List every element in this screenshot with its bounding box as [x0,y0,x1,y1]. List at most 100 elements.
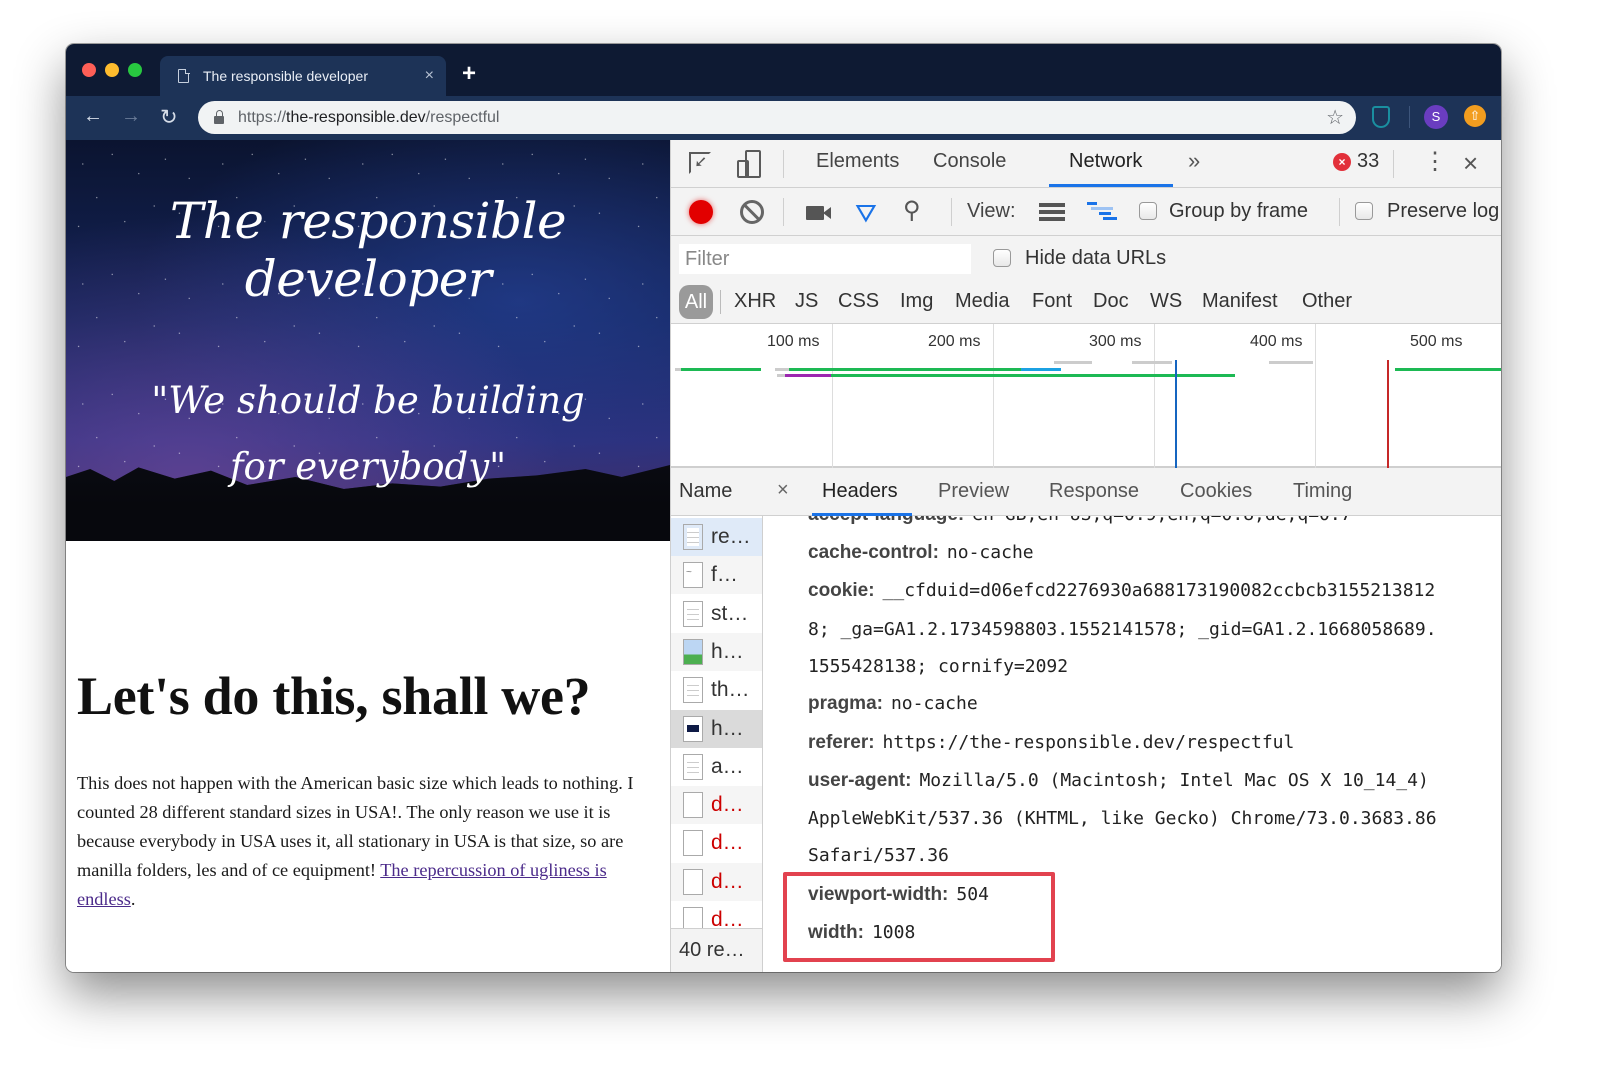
request-name: st… [711,601,749,625]
error-icon[interactable]: × [1333,153,1351,171]
request-row[interactable]: d… [671,786,762,825]
reload-button[interactable]: ↻ [160,105,178,130]
tab-elements[interactable]: Elements [816,150,899,173]
tab-close-icon[interactable]: × [425,67,434,85]
type-filter-css[interactable]: CSS [838,290,879,313]
hero-image-icon [683,715,703,742]
error-count[interactable]: 33 [1357,150,1379,173]
tab-preview[interactable]: Preview [938,480,1009,503]
close-devtools-icon[interactable]: × [1463,148,1478,179]
close-window-button[interactable] [82,63,96,77]
type-filter-ws[interactable]: WS [1150,290,1182,313]
name-column-header[interactable]: Name [671,468,763,516]
divider [1393,150,1394,178]
search-icon[interactable]: ⚲ [903,196,921,225]
timeline-bar [785,374,831,377]
request-row[interactable]: h… [671,709,762,748]
type-filter-img[interactable]: Img [900,290,933,313]
new-tab-button[interactable]: + [462,60,476,88]
profile-avatar[interactable]: S [1424,105,1448,129]
type-filter-other[interactable]: Other [1302,290,1352,313]
timeline-bar [789,368,1021,371]
close-detail-icon[interactable]: × [777,479,789,502]
request-row[interactable]: st… [671,595,762,633]
filter-row: Hide data URLs All XHR JS CSS Img Media … [671,236,1501,324]
blank-icon [683,868,703,895]
request-row[interactable]: th… [671,671,762,709]
group-by-frame-checkbox[interactable] [1139,202,1157,220]
tab-response[interactable]: Response [1049,480,1139,503]
tab-cookies[interactable]: Cookies [1180,480,1252,503]
timeline-bar [681,368,761,371]
request-list: Name re…f…st…h…th…h…a…d…d…d…d…40 re… [671,468,763,972]
request-row[interactable]: re… [671,518,762,556]
request-row[interactable]: h… [671,632,762,671]
gridline [1154,324,1155,468]
type-filter-js[interactable]: JS [795,290,818,313]
address-bar[interactable]: https://the-responsible.dev/respectful ☆ [198,101,1356,134]
header-referer: referer: https://the-responsible.dev/resp… [808,732,1294,754]
header-key: cookie: [808,580,875,601]
request-detail-tabs: × Headers Preview Response Cookies Timin… [763,468,1501,516]
device-toolbar-icon[interactable] [737,150,763,178]
tab-headers[interactable]: Headers [822,480,898,503]
record-icon[interactable] [689,200,713,224]
preserve-log-checkbox[interactable] [1355,202,1373,220]
back-button[interactable]: ← [83,105,103,128]
devtools-panel: Elements Console Network » × 33 ⋮ × ⛛ ⚲ … [670,140,1501,972]
header-width: width: 1008 [808,922,915,944]
tab-title: The responsible developer [203,68,368,84]
request-headers: accept-language: en-GB,en-US;q=0.9,en;q=0… [763,516,1501,972]
more-tabs-icon[interactable]: » [1188,148,1200,174]
header-user-agent: user-agent: Mozilla/5.0 (Macintosh; Intel… [808,770,1429,792]
doc-icon [683,677,703,704]
update-icon[interactable]: ⇧ [1464,105,1486,127]
header-key: accept-language: [808,516,964,525]
browser-window: The responsible developer × + ← → ↻ http… [66,44,1501,972]
devtools-menu-icon[interactable]: ⋮ [1423,148,1447,176]
header-user-agent-continued: Safari/537.36 [808,845,949,866]
view-label: View: [967,200,1016,222]
inspect-element-icon[interactable] [689,152,711,174]
zoom-window-button[interactable] [128,63,142,77]
clear-icon[interactable] [740,200,764,224]
header-cookie-continued: 8; _ga=GA1.2.1734598803.1552141578; _gid… [808,619,1437,640]
large-rows-icon[interactable] [1039,203,1065,221]
network-toolbar: ⛛ ⚲ View: Group by frame Preserve log [671,188,1501,236]
shield-extension-icon[interactable] [1372,106,1390,128]
forward-button[interactable]: → [121,105,141,128]
type-filter-media[interactable]: Media [955,290,1009,313]
minimize-window-button[interactable] [105,63,119,77]
paragraph-end: . [130,889,136,909]
request-row[interactable]: a… [671,748,762,786]
request-name: h… [711,716,744,740]
type-filter-xhr[interactable]: XHR [734,290,776,313]
tick-label: 300 ms [1089,333,1142,350]
network-overview-timeline[interactable]: 100 ms 200 ms 300 ms 400 ms 500 ms [671,324,1501,468]
type-filter-font[interactable]: Font [1032,290,1072,313]
browser-toolbar: ← → ↻ https://the-responsible.dev/respec… [66,96,1501,140]
request-row[interactable]: f… [671,556,762,595]
screenshot-camera-icon[interactable] [806,206,831,220]
header-value: 504 [956,884,989,905]
type-filter-all[interactable]: All [679,285,713,319]
filter-icon[interactable]: ⛛ [855,198,877,230]
waterfall-view-icon[interactable] [1087,202,1117,222]
type-filter-manifest[interactable]: Manifest [1202,290,1278,313]
request-row[interactable]: d… [671,862,762,901]
tab-console[interactable]: Console [933,150,1006,173]
type-filter-doc[interactable]: Doc [1093,290,1129,313]
lock-icon [214,109,224,124]
hide-data-urls-checkbox[interactable] [993,249,1011,267]
header-value: no-cache [946,542,1034,563]
request-name: a… [711,754,744,778]
filter-input[interactable] [679,244,971,274]
preserve-log-label: Preserve log [1387,200,1500,222]
browser-tab[interactable]: The responsible developer × [160,56,446,96]
tab-network[interactable]: Network [1069,150,1142,173]
tab-timing[interactable]: Timing [1293,480,1352,503]
timeline-bar [1132,361,1172,364]
request-row[interactable]: d… [671,824,762,862]
tick-label: 200 ms [928,333,981,350]
bookmark-star-icon[interactable]: ☆ [1326,105,1344,130]
